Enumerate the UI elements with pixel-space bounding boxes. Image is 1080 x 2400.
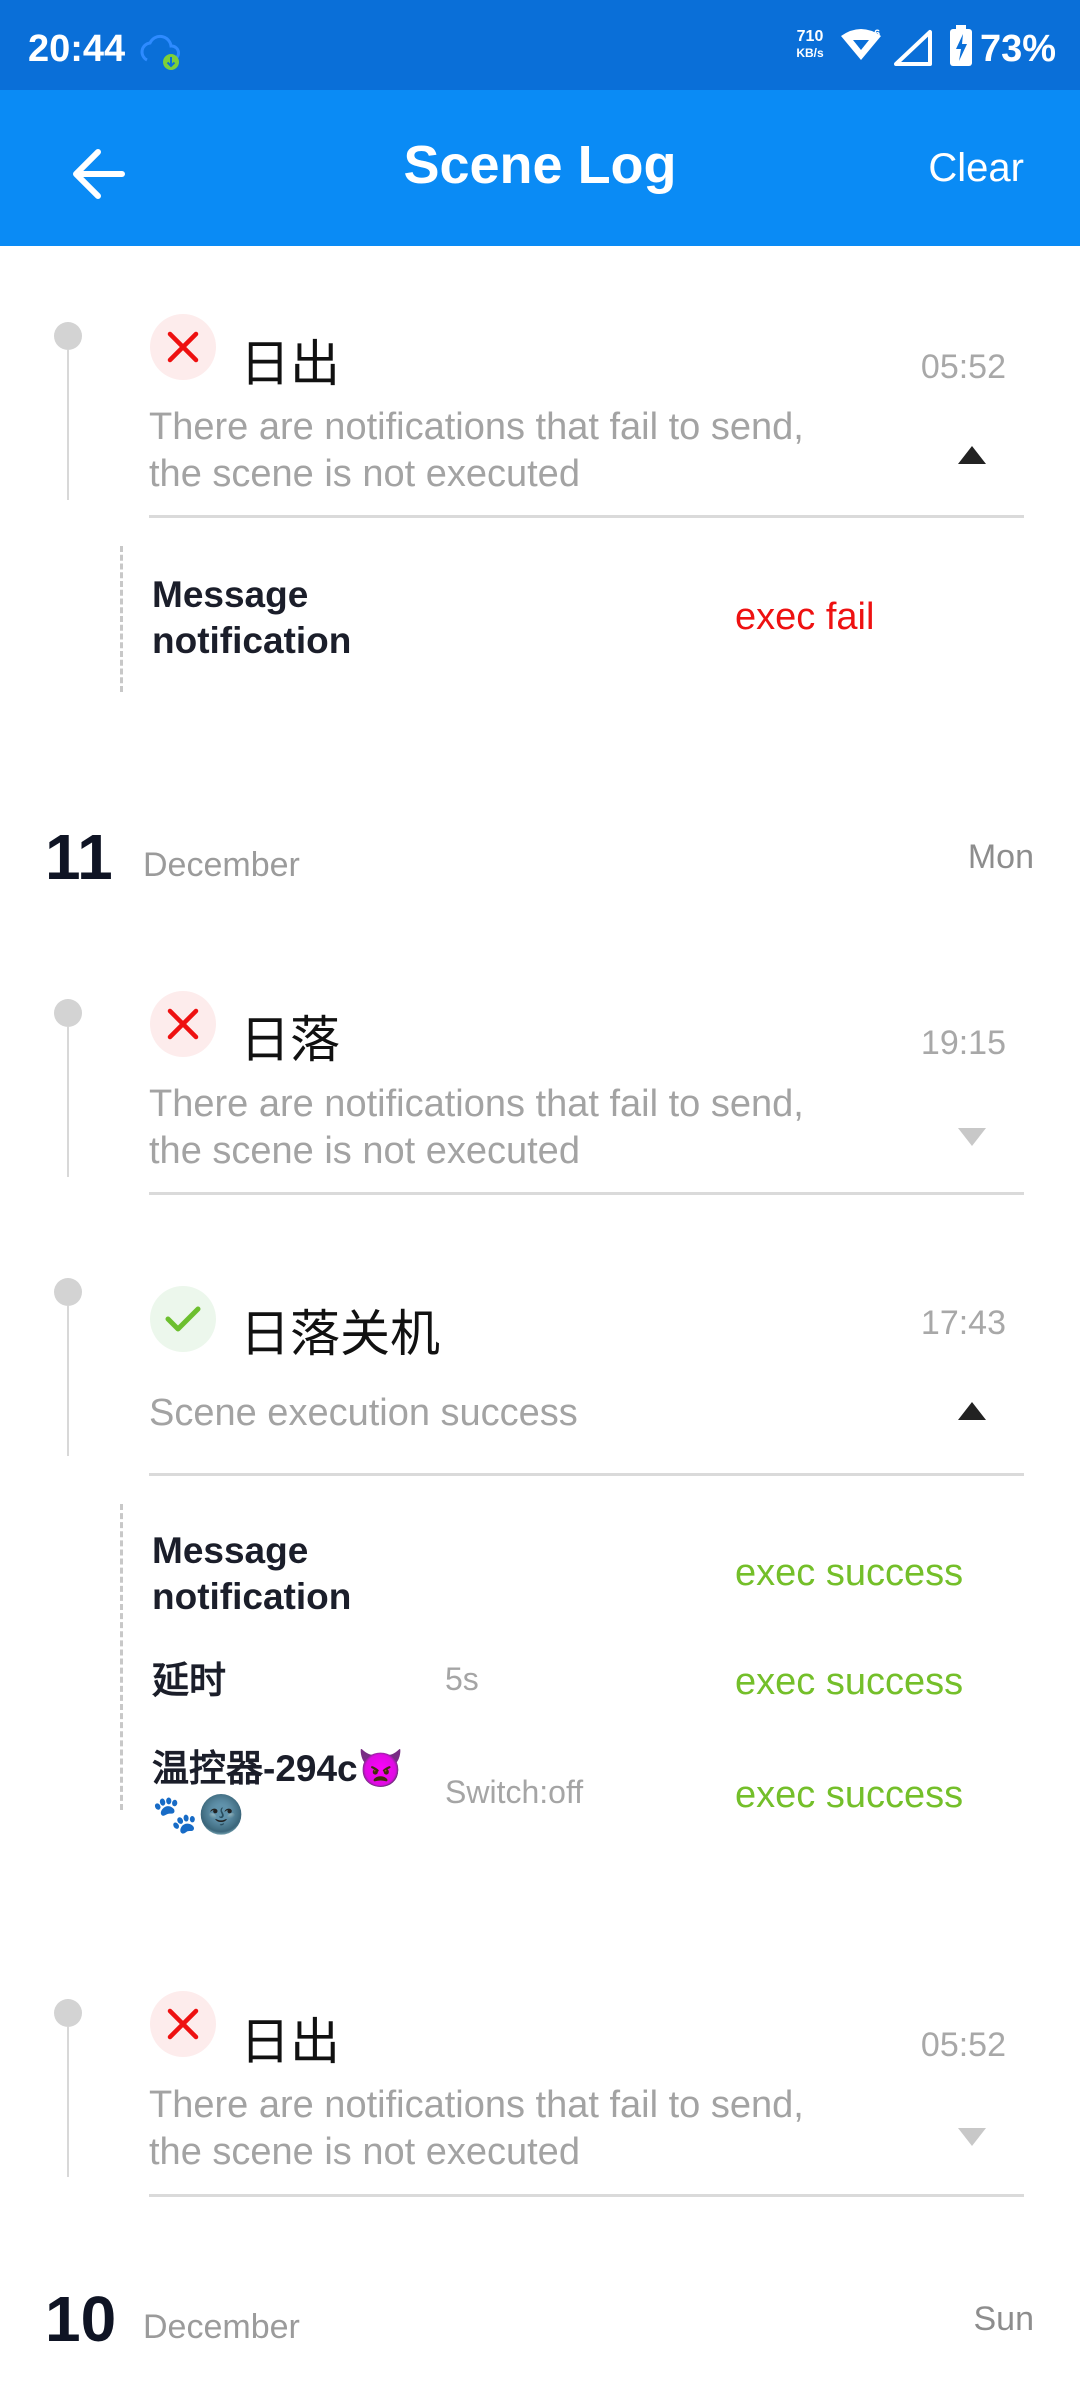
- close-icon: [167, 2008, 199, 2040]
- timeline-line: [67, 1027, 69, 1177]
- battery-percent: 73%: [980, 28, 1057, 70]
- scene-title: 日出: [240, 336, 340, 392]
- close-icon: [167, 331, 199, 363]
- date-weekday: Mon: [967, 838, 1034, 876]
- action-result: exec success: [735, 1661, 964, 1703]
- divider: [149, 1192, 1024, 1195]
- scene-title: 日出: [240, 2014, 340, 2070]
- network-speed-unit: KB/s: [796, 46, 824, 60]
- scene-description: There are notifications that fail to sen…: [149, 404, 804, 498]
- scene-time: 19:15: [920, 1024, 1006, 1062]
- action-result: exec success: [735, 1774, 964, 1816]
- action-name-line: notification: [152, 620, 352, 661]
- scene-description-line: There are notifications that fail to sen…: [149, 1083, 804, 1125]
- action-name-line: notification: [152, 1576, 352, 1617]
- status-bar: 20:44 710 KB/s 6 73%: [0, 0, 1080, 90]
- network-speed-value: 710: [796, 28, 824, 45]
- fail-status-icon: [150, 314, 216, 380]
- timeline-dot: [54, 1999, 82, 2027]
- action-name-line: 🐾🌚: [152, 1794, 245, 1835]
- success-status-icon: [150, 1286, 216, 1352]
- close-icon: [167, 1008, 199, 1040]
- battery-charging-icon: [950, 25, 972, 66]
- action-name: Message notification: [152, 572, 351, 664]
- scene-log-screen: 20:44 710 KB/s 6 73% Scene Log Clear 日出 …: [0, 0, 1080, 2400]
- timeline-dot: [54, 322, 82, 350]
- scene-description: There are notifications that fail to sen…: [149, 1081, 804, 1175]
- network-speed: 710 KB/s: [788, 28, 832, 60]
- status-time: 20:44: [28, 28, 126, 70]
- scene-description: Scene execution success: [149, 1392, 578, 1434]
- scene-description: There are notifications that fail to sen…: [149, 2082, 804, 2176]
- action-param: Switch:off: [445, 1774, 584, 1810]
- timeline-line: [67, 350, 69, 500]
- action-result: exec fail: [735, 596, 875, 638]
- divider: [149, 515, 1024, 518]
- action-param: 5s: [445, 1661, 479, 1697]
- action-name-line: 温控器-294c👿: [152, 1748, 404, 1789]
- actions-dashed-line: [120, 546, 123, 692]
- divider: [149, 1473, 1024, 1476]
- check-icon: [165, 1306, 201, 1332]
- scene-description-line: the scene is not executed: [149, 1130, 580, 1172]
- date-month: December: [143, 2308, 300, 2346]
- caret-down-icon[interactable]: [956, 2126, 988, 2148]
- divider: [149, 2194, 1024, 2197]
- timeline-dot: [54, 999, 82, 1027]
- caret-up-icon[interactable]: [956, 444, 988, 466]
- date-day: 11: [45, 821, 113, 893]
- action-name-line: Message: [152, 1530, 309, 1571]
- fail-status-icon: [150, 991, 216, 1057]
- scene-title: 日落: [240, 1012, 340, 1068]
- timeline-dot: [54, 1278, 82, 1306]
- date-weekday: Sun: [973, 2300, 1035, 2338]
- timeline-line: [67, 2027, 69, 2177]
- scene-title: 日落关机: [240, 1306, 440, 1362]
- scene-time: 05:52: [920, 2026, 1006, 2064]
- date-day: 10: [45, 2283, 117, 2355]
- scene-description-line: the scene is not executed: [149, 453, 580, 495]
- signal-icon: [894, 30, 932, 66]
- date-month: December: [143, 846, 300, 884]
- cloud-download-icon: [140, 34, 180, 70]
- app-bar: Scene Log Clear: [0, 90, 1080, 246]
- action-name: Message notification: [152, 1528, 351, 1620]
- scene-time: 05:52: [920, 348, 1006, 386]
- timeline-line: [67, 1306, 69, 1456]
- action-name-line: Message: [152, 574, 309, 615]
- scene-description-line: There are notifications that fail to sen…: [149, 406, 804, 448]
- scene-description-line: the scene is not executed: [149, 2131, 580, 2173]
- wifi-badge: 6: [874, 28, 880, 40]
- scene-log-list[interactable]: 日出 05:52 There are notifications that fa…: [0, 246, 1080, 2400]
- caret-up-icon[interactable]: [956, 1400, 988, 1422]
- scene-time: 17:43: [920, 1304, 1006, 1342]
- action-result: exec success: [735, 1552, 964, 1594]
- caret-down-icon[interactable]: [956, 1126, 988, 1148]
- action-name: 温控器-294c👿 🐾🌚: [152, 1746, 404, 1838]
- actions-dashed-line: [120, 1504, 123, 1810]
- fail-status-icon: [150, 1991, 216, 2057]
- page-title: Scene Log: [403, 135, 677, 195]
- clear-button[interactable]: Clear: [928, 146, 1024, 191]
- scene-description-line: There are notifications that fail to sen…: [149, 2084, 804, 2126]
- wifi-icon: 6: [841, 28, 881, 60]
- action-name: 延时: [152, 1660, 226, 1701]
